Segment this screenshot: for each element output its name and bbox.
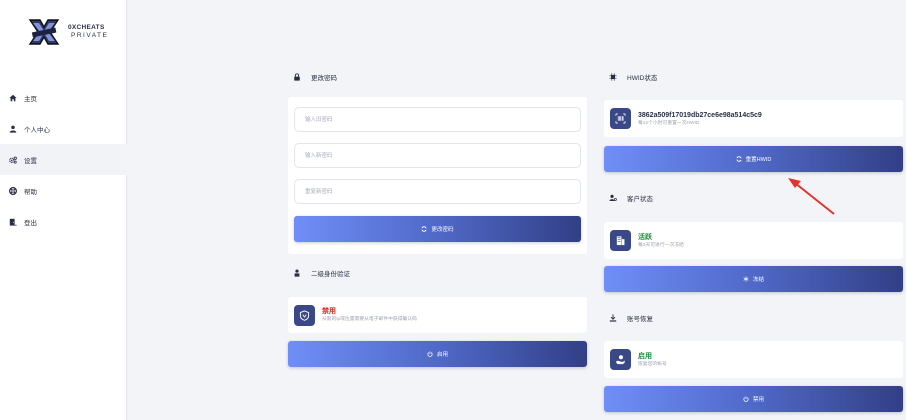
sidebar-item-label: 设置 bbox=[24, 157, 37, 165]
refresh-icon bbox=[736, 156, 742, 162]
repeat-password-input[interactable] bbox=[294, 179, 581, 204]
hwid-title: HWID状态 bbox=[627, 75, 658, 82]
twofa-title: 二级身份验证 bbox=[311, 271, 350, 278]
sidebar-item-label: 登出 bbox=[24, 219, 37, 227]
lifebuoy-icon bbox=[9, 186, 17, 195]
old-password-input[interactable] bbox=[294, 107, 581, 132]
twofa-description: 从新的ip或位置需要从电子邮件中获得确认码 bbox=[322, 317, 417, 322]
barcode-icon bbox=[610, 108, 631, 129]
sidebar-nav: 主页 个人中心 设置 帮助 登出 bbox=[0, 82, 127, 237]
account-status-card: 活跃 每3天可进行一次冻结 bbox=[604, 222, 903, 259]
power-icon bbox=[427, 351, 433, 357]
refresh-icon bbox=[421, 226, 427, 232]
sidebar-item-settings[interactable]: 设置 bbox=[0, 144, 127, 175]
account-description: 每3天可进行一次冻结 bbox=[638, 242, 684, 248]
twofa-status-card: 禁用 从新的ip或位置需要从电子邮件中获得确认码 bbox=[288, 297, 587, 333]
recovery-title: 账号恢复 bbox=[627, 316, 653, 323]
lock-icon bbox=[294, 73, 300, 81]
twofa-status: 禁用 bbox=[322, 308, 336, 315]
freeze-account-label: 冻结 bbox=[752, 277, 764, 283]
brand[interactable]: 0XCHEATS PRIVATE bbox=[26, 14, 108, 50]
user-icon bbox=[9, 125, 17, 133]
brand-name: 0XCHEATS bbox=[68, 24, 105, 31]
sidebar-item-label: 个人中心 bbox=[24, 126, 50, 134]
password-section-title: 更改密码 bbox=[293, 72, 337, 82]
disable-recovery-button[interactable]: 禁用 bbox=[604, 386, 903, 412]
building-icon bbox=[610, 230, 631, 251]
brand-tagline: PRIVATE bbox=[71, 32, 109, 39]
recovery-section-title: 账号恢复 bbox=[609, 313, 653, 323]
recovery-status-card: 启用 恢复您的帐号 bbox=[604, 341, 903, 378]
change-password-button[interactable]: 更改密码 bbox=[294, 216, 581, 242]
shield-icon bbox=[294, 304, 315, 326]
account-section-title: 客户状态 bbox=[609, 193, 653, 203]
enable-twofa-button[interactable]: 启用 bbox=[288, 341, 587, 367]
recovery-status: 启用 bbox=[638, 352, 652, 360]
password-panel: 更改密码 bbox=[288, 97, 587, 254]
reset-hwid-button[interactable]: 重置HWID bbox=[604, 146, 903, 172]
hwid-description: 每12个小时可重置一次HWID bbox=[638, 120, 700, 126]
recovery-description: 恢复您的帐号 bbox=[638, 361, 667, 367]
gears-icon bbox=[9, 156, 17, 164]
power-icon bbox=[743, 396, 749, 402]
change-password-label: 更改密码 bbox=[431, 227, 454, 233]
user-cog-icon bbox=[609, 194, 617, 202]
enable-twofa-label: 启用 bbox=[436, 352, 448, 358]
tools-icon bbox=[609, 314, 617, 322]
sidebar-item-logout[interactable]: 登出 bbox=[0, 206, 127, 237]
account-title: 客户状态 bbox=[627, 196, 653, 203]
hand-holding-icon bbox=[610, 349, 631, 370]
twofa-section-title: 二级身份验证 bbox=[293, 268, 350, 278]
freeze-account-button[interactable]: 冻结 bbox=[604, 266, 903, 292]
sidebar-item-label: 主页 bbox=[24, 95, 37, 103]
home-icon bbox=[9, 94, 17, 101]
new-password-input[interactable] bbox=[294, 143, 581, 168]
password-title: 更改密码 bbox=[311, 75, 337, 82]
user-lock-icon bbox=[294, 269, 300, 277]
hwid-value: 3862a509f17019db27ce6e98a514c5c9 bbox=[638, 111, 762, 119]
hwid-status-card: 3862a509f17019db27ce6e98a514c5c9 每12个小时可… bbox=[604, 100, 903, 137]
microchip-icon bbox=[609, 73, 617, 81]
sidebar-item-help[interactable]: 帮助 bbox=[0, 175, 127, 206]
door-exit-icon bbox=[9, 218, 17, 226]
disable-recovery-label: 禁用 bbox=[752, 397, 764, 403]
sidebar-item-label: 帮助 bbox=[24, 188, 37, 196]
reset-hwid-label: 重置HWID bbox=[745, 157, 772, 163]
account-status: 活跃 bbox=[638, 233, 652, 241]
brand-logo bbox=[26, 14, 62, 50]
hwid-section-title: HWID状态 bbox=[609, 72, 657, 82]
sidebar-item-profile[interactable]: 个人中心 bbox=[0, 113, 127, 144]
sidebar-item-home[interactable]: 主页 bbox=[0, 82, 127, 113]
snowflake-icon bbox=[743, 276, 749, 282]
sidebar: 0XCHEATS PRIVATE 主页 个人中心 设置 帮助 登出 bbox=[0, 0, 127, 420]
